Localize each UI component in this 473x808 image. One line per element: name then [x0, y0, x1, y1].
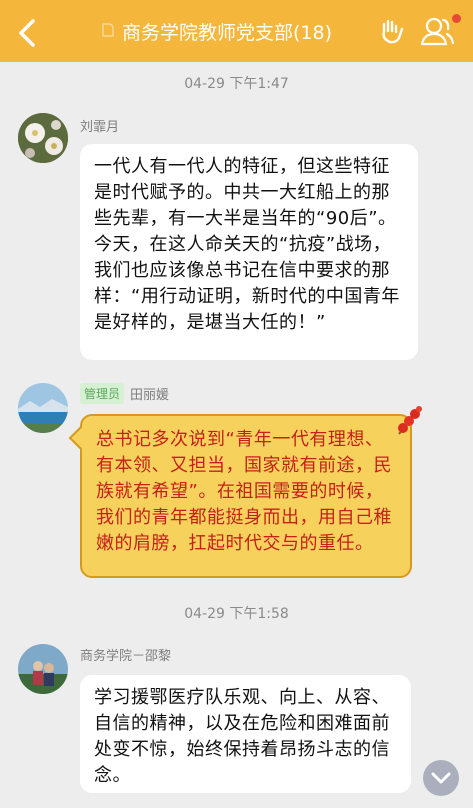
message-timestamp: 04-29 下午1:47 [184, 76, 289, 92]
avatar[interactable] [18, 113, 68, 163]
message-text: 一代人有一代人的特征，但这些特征是时代赋予的。中共一大红船上的那些先辈，有一大半… [94, 156, 400, 333]
chat-title: 商务学院教师党支部(18) [122, 21, 333, 44]
mute-ghost-icon [102, 23, 114, 37]
avatar-people-image [18, 644, 68, 694]
sender-name: 刘霏月 [80, 116, 119, 135]
avatar-lake-image [18, 383, 68, 433]
group-members-button[interactable] [418, 12, 456, 50]
sender-name: 商务学院－邵黎 [80, 645, 171, 664]
candied-haws-sticker-icon [398, 406, 422, 435]
admin-badge: 管理员 [80, 383, 125, 404]
message-bubble-highlighted[interactable]: 总书记多次说到“青年一代有理想、有本领、又担当，国家就有前途，民族就有希望”。在… [80, 414, 412, 578]
chevron-left-icon [19, 19, 35, 47]
chat-title-wrap: 商务学院教师党支部(18) [98, 0, 332, 62]
avatar[interactable] [18, 383, 68, 433]
scroll-to-bottom-button[interactable] [423, 760, 459, 796]
avatar[interactable] [18, 644, 68, 694]
message-timestamp: 04-29 下午1:58 [184, 606, 289, 622]
back-button[interactable] [8, 13, 48, 53]
sender-name: 管理员 田丽媛 [80, 383, 169, 404]
chat-header: 商务学院教师党支部(18) [0, 0, 473, 62]
message-bubble[interactable]: 学习援鄂医疗队乐观、向上、从容、自信的精神，以及在危险和困难面前处变不惊，始终保… [80, 675, 411, 793]
message-bubble[interactable]: 一代人有一代人的特征，但这些特征是时代赋予的。中共一大红船上的那些先辈，有一大半… [80, 144, 418, 360]
message-text: 总书记多次说到“青年一代有理想、有本领、又担当，国家就有前途，民族就有希望”。在… [96, 429, 392, 554]
sender-name-text: 田丽媛 [130, 388, 170, 403]
group-members-icon [420, 17, 455, 46]
sender-name-text: 刘霏月 [80, 120, 120, 135]
message-text: 学习援鄂医疗队乐观、向上、从容、自信的精神，以及在危险和困难面前处变不惊，始终保… [94, 687, 390, 786]
chevron-down-icon [431, 772, 451, 784]
hand-gesture-icon[interactable] [378, 17, 406, 45]
notification-dot [452, 14, 461, 23]
sender-name-text: 商务学院－邵黎 [80, 649, 172, 664]
avatar-flowers-image [18, 113, 68, 163]
